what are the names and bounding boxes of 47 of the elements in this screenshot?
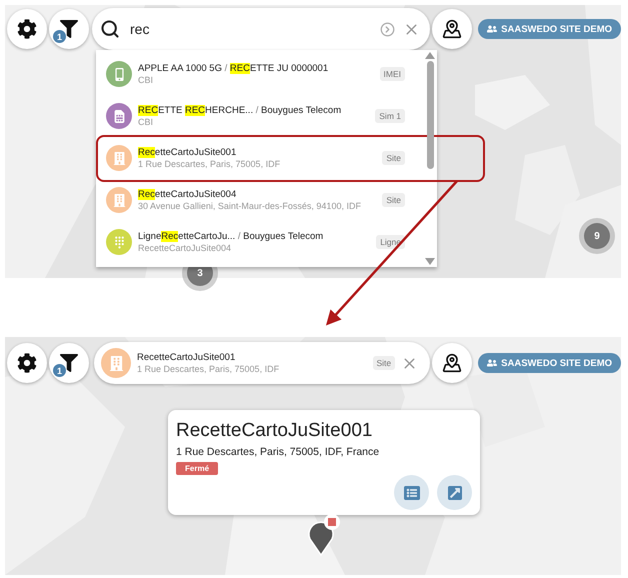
user-button[interactable]: SAASWEDO SITE DEMO — [478, 353, 621, 373]
result-subtitle: 1 Rue Descartes, Paris, 75005, IDF — [138, 159, 282, 169]
type-tag: IMEI — [380, 67, 405, 81]
details-button[interactable] — [394, 475, 429, 510]
result-title: RecetteCartoJuSite001 — [138, 147, 238, 158]
filter-count: 1 — [53, 30, 66, 43]
result-subtitle: 30 Avenue Gallieni, Saint-Maur-des-Fossés, 94100, IDF — [138, 201, 362, 211]
status-label: Fermé — [176, 462, 218, 475]
map-pin[interactable] — [305, 513, 341, 557]
filter-count: 1 — [53, 364, 66, 377]
result-title: RECETTE RECHERCHE... / Bouygues Telecom — [138, 105, 342, 116]
result-title: LigneRecetteCartoJu... / Bouygues Telecom — [138, 231, 324, 242]
list-icon — [404, 484, 420, 500]
result-subtitle: CBI — [138, 117, 154, 127]
type-tag: Site — [382, 193, 405, 207]
gear-icon — [17, 19, 37, 39]
result-subtitle: CBI — [138, 75, 154, 85]
map-pin-icon — [442, 19, 462, 39]
result-item[interactable]: RECETTE RECHERCHE... / Bouygues Telecom CBI Sim 1 — [106, 95, 405, 137]
result-item[interactable]: RecetteCartoJuSite001 1 Rue Descartes, Paris, 75005, IDF Site — [106, 137, 405, 179]
funnel-icon — [60, 354, 78, 372]
users-icon — [487, 358, 498, 368]
user-button[interactable]: SAASWEDO SITE DEMO — [478, 19, 621, 39]
result-title: RecetteCartoJuSite004 — [138, 189, 238, 200]
result-item[interactable]: APPLE AA 1000 5G / RECETTE JU 0000001 CBI IMEI — [106, 53, 405, 95]
selected-title: RecetteCartoJuSite001 — [137, 352, 236, 363]
result-item[interactable]: RecetteCartoJuSite004 30 Avenue Gallieni, Saint-Maur-des-Fossés, 94100, IDF Site — [106, 179, 405, 221]
type-tag: Site — [372, 356, 396, 370]
result-subtitle: RecetteCartoJuSite004 — [138, 243, 232, 253]
scrollbar[interactable] — [425, 52, 435, 265]
map-pin-icon — [442, 353, 462, 373]
popup-title: RecetteCartoJuSite001 — [176, 420, 372, 442]
external-link-icon — [446, 484, 462, 500]
type-tag: Sim 1 — [375, 109, 405, 123]
result-title: APPLE AA 1000 5G / RECETTE JU 0000001 — [138, 63, 330, 74]
selected-subtitle: 1 Rue Descartes, Paris, 75005, IDF — [137, 364, 280, 374]
selected-item-field[interactable]: RecetteCartoJuSite001 1 Rue Descartes, Paris, 75005, IDF Site — [94, 342, 430, 384]
funnel-icon — [60, 20, 78, 38]
popup-address: 1 Rue Descartes, Paris, 75005, IDF, France — [176, 446, 380, 458]
search-field[interactable]: rec — [92, 8, 430, 50]
arrow-circle-icon — [380, 22, 396, 36]
gear-icon — [17, 353, 37, 373]
open-external-button[interactable] — [437, 475, 472, 510]
search-input[interactable]: rec — [128, 20, 372, 38]
search-icon — [100, 19, 120, 39]
type-tag: Site — [382, 151, 405, 165]
users-icon — [487, 24, 498, 34]
